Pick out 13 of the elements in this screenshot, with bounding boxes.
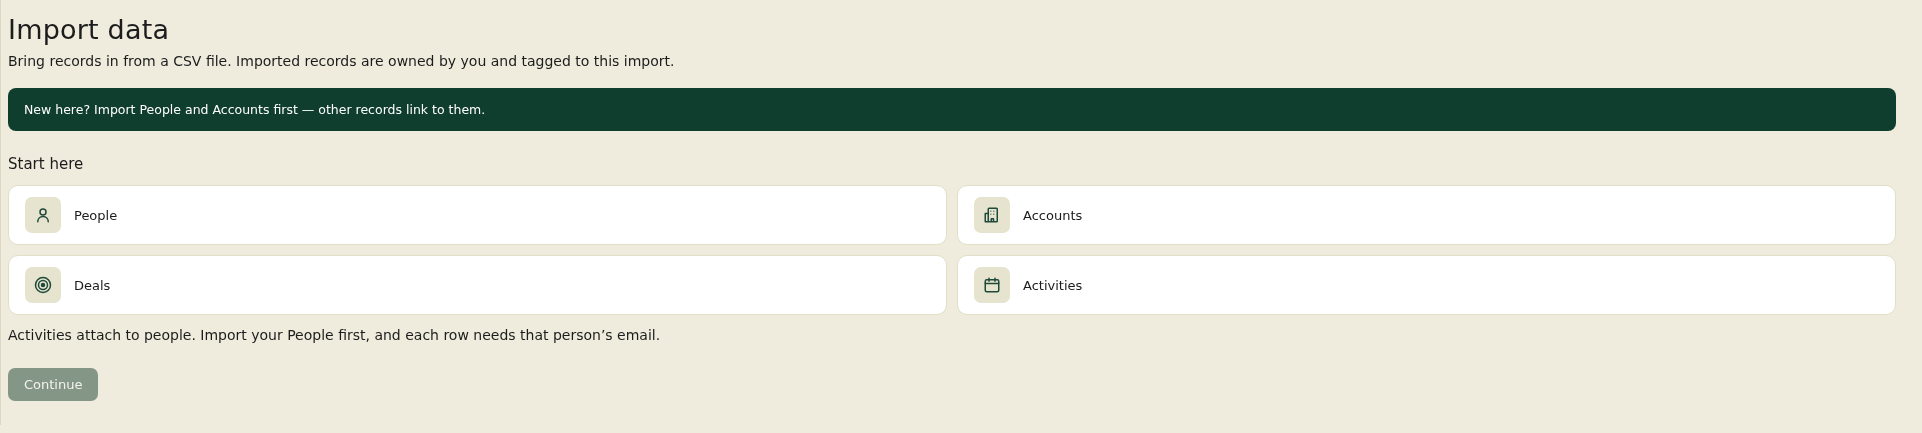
section-title: Start here <box>8 155 85 173</box>
info-banner: New here? Import People and Accounts first — other records link to them. <box>8 88 1896 131</box>
record-type-card[interactable]: Activities <box>957 255 1896 315</box>
building-icon <box>983 206 1001 224</box>
help-text: Activities attach to people. Import your People first, and each row needs that person’s email. <box>8 327 662 343</box>
calendar-icon <box>983 276 1001 294</box>
page-title: Import data <box>8 14 171 45</box>
target-icon <box>34 276 52 294</box>
page-subtitle: Bring records in from a CSV file. Imported records are owned by you and tagged to this import. <box>8 53 676 69</box>
record-type-card[interactable]: Deals <box>8 255 947 315</box>
record-type-card[interactable]: Accounts <box>957 185 1896 245</box>
record-type-card[interactable]: People <box>8 185 947 245</box>
person-icon <box>34 206 52 224</box>
